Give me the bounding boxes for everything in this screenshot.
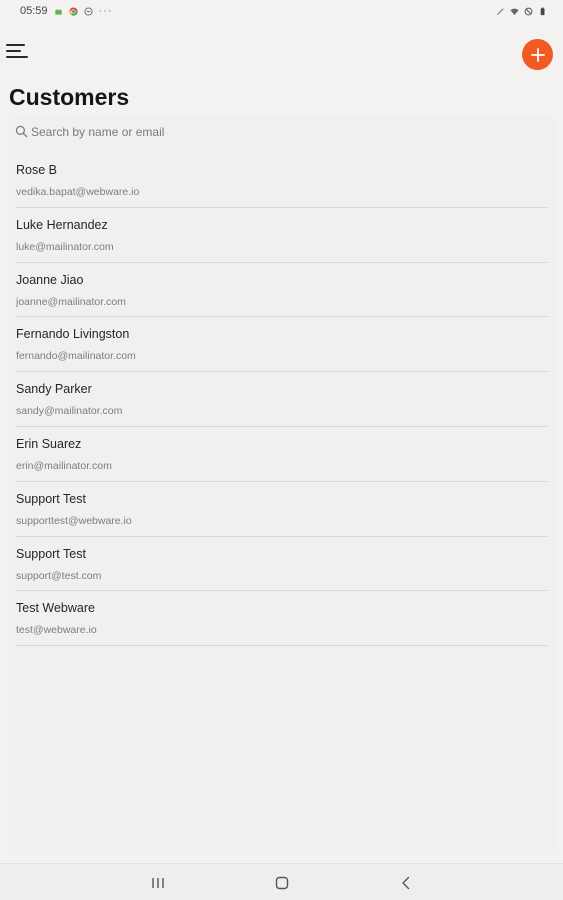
search-input[interactable] [31,123,531,141]
recent-apps-button[interactable] [148,873,168,893]
more-notifications-dots: ··· [98,5,113,17]
back-icon [402,876,410,890]
recent-apps-icon [152,878,164,888]
plus-icon [530,47,545,62]
app-screen: 05:59 ··· Customers Search by name or em… [0,0,563,900]
add-customer-button[interactable] [522,39,553,70]
status-bar: 05:59 ··· [0,0,563,22]
customer-row[interactable]: Sandy Parker sandy@mailinator.com [16,372,548,427]
customer-email: luke@mailinator.com [16,240,114,253]
customer-name: Rose B [16,163,57,177]
customer-name: Luke Hernandez [16,217,108,232]
back-button[interactable] [396,873,416,893]
status-left: 05:59 ··· [20,5,113,17]
customer-name: Test Webware [16,601,95,616]
android-notification-icon [54,8,62,15]
search-bar [8,116,556,150]
customer-name: Fernando Livingston [16,327,130,342]
customer-email: erin@mailinator.com [16,459,112,472]
customer-name: Erin Suarez [16,436,82,451]
system-nav-bar [0,863,563,900]
customer-name: Support Test [16,546,86,561]
customer-row[interactable]: Erin Suarez erin@mailinator.com [16,427,548,482]
customer-row[interactable]: Test Webware test@webware.io [16,591,548,647]
search-icon [15,125,28,138]
hamburger-menu-icon[interactable] [6,42,28,60]
customer-email: sandy@mailinator.com [16,405,123,418]
customer-name: Sandy Parker [16,382,92,397]
customer-list: Rose B vedika.bapat@webware.io Luke Hern… [16,153,548,647]
status-time: 05:59 [20,5,48,17]
do-not-disturb-icon [524,7,533,15]
customers-panel: Rose B vedika.bapat@webware.io Luke Hern… [8,116,556,855]
customer-email: vedika.bapat@webware.io [16,186,140,198]
pen-icon [496,7,504,15]
home-button[interactable] [272,873,292,893]
customer-row[interactable]: Support Test supporttest@webware.io [16,482,548,537]
battery-icon [540,7,545,15]
customer-email: joanne@mailinator.com [16,295,126,308]
wifi-icon [510,8,519,15]
customer-row[interactable]: Fernando Livingston fernando@mailinator.… [16,317,548,373]
info-notification-icon [83,6,93,16]
customer-row[interactable]: Joanne Jiao joanne@mailinator.com [16,263,548,318]
customer-row[interactable]: Support Test support@test.com [16,537,548,592]
home-icon [275,876,289,890]
customer-email: fernando@mailinator.com [16,350,136,363]
customer-email: test@webware.io [16,624,97,637]
customer-name: Support Test [16,491,86,506]
customer-email: supporttest@webware.io [16,514,132,527]
page-title: Customers [9,84,130,110]
customer-row[interactable]: Rose B vedika.bapat@webware.io [16,153,548,208]
customer-name: Joanne Jiao [16,272,84,287]
customer-row[interactable]: Luke Hernandez luke@mailinator.com [16,208,548,263]
status-right [496,7,547,16]
customer-email: support@test.com [16,569,102,582]
chrome-notification-icon [68,6,78,16]
